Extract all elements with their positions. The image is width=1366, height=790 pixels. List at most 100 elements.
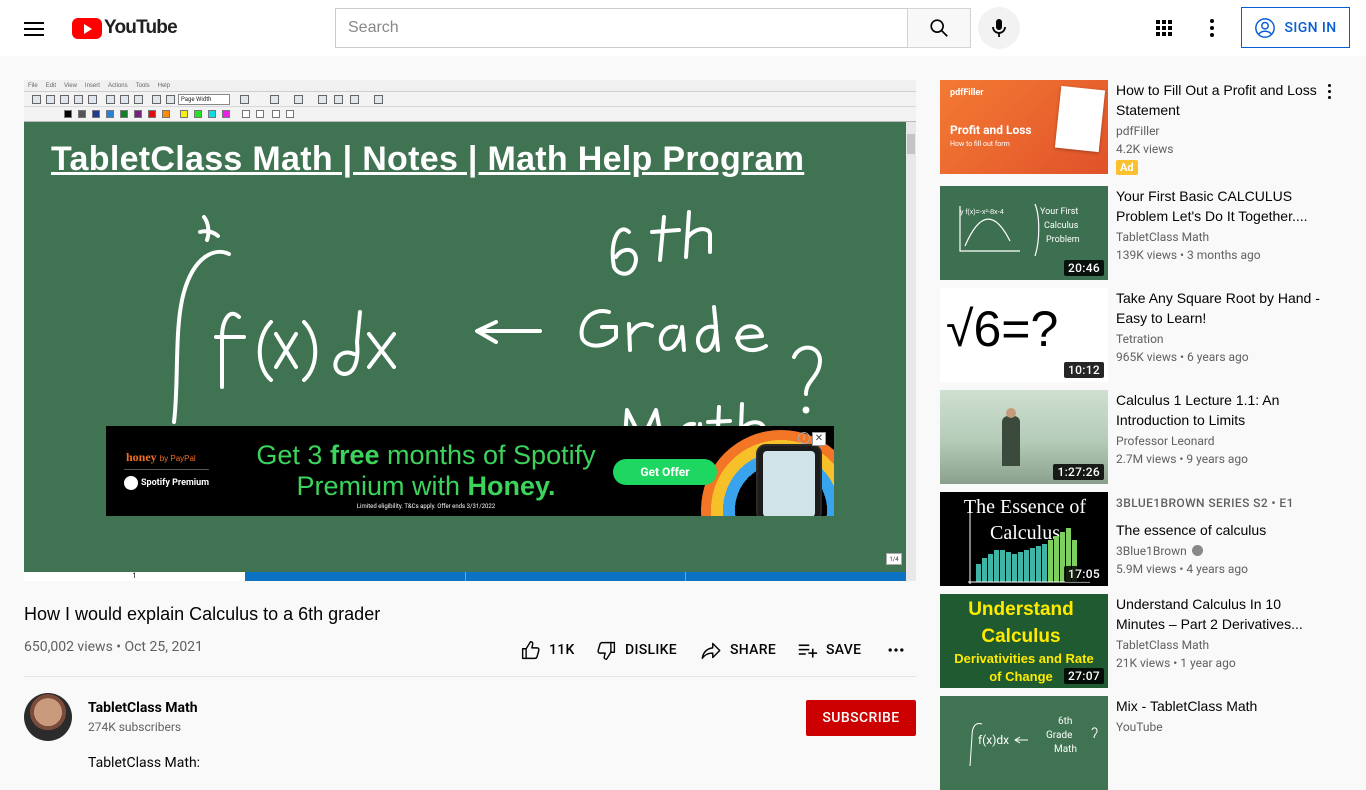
recommendation-item[interactable]: pdfFiller Profit and Loss How to fill ou… bbox=[940, 80, 1350, 175]
subscribe-button[interactable]: SUBSCRIBE bbox=[806, 700, 916, 736]
zoom-select: Page Width bbox=[178, 94, 230, 105]
apps-icon[interactable] bbox=[1152, 16, 1176, 40]
more-horizontal-icon bbox=[888, 648, 904, 652]
svg-text:y f(x)=-x²-8x-4: y f(x)=-x²-8x-4 bbox=[960, 209, 1004, 216]
ad-cta-button[interactable]: Get Offer bbox=[613, 459, 717, 485]
save-label: SAVE bbox=[826, 642, 862, 658]
duration-badge: 17:05 bbox=[1064, 566, 1104, 582]
rec-title[interactable]: Calculus 1 Lecture 1.1: An Introduction … bbox=[1116, 390, 1326, 430]
rec-title[interactable]: Understand Calculus In 10 Minutes – Part… bbox=[1116, 594, 1326, 634]
rec-title[interactable]: Your First Basic CALCULUS Problem Let's … bbox=[1116, 186, 1326, 226]
video-title: How I would explain Calculus to a 6th gr… bbox=[24, 604, 381, 624]
share-icon bbox=[701, 642, 721, 659]
scrollbar-thumb[interactable] bbox=[907, 134, 915, 154]
app-toolbar: Page Width bbox=[24, 91, 916, 107]
recommendation-item[interactable]: 1:27:26 Calculus 1 Lecture 1.1: An Intro… bbox=[940, 390, 1350, 484]
video-thumbnail[interactable]: pdfFiller Profit and Loss How to fill ou… bbox=[940, 80, 1108, 174]
more-actions-button[interactable] bbox=[886, 636, 914, 664]
app-menu-item: Edit bbox=[45, 82, 57, 89]
app-menu-item: File bbox=[28, 82, 38, 89]
page-tab-1[interactable]: 1 bbox=[24, 572, 245, 581]
search-icon bbox=[930, 19, 948, 37]
thumb-brand: pdfFiller bbox=[950, 88, 984, 98]
verified-icon bbox=[1191, 545, 1203, 556]
save-button[interactable]: SAVE bbox=[797, 636, 861, 664]
rec-title[interactable]: Take Any Square Root by Hand - Easy to L… bbox=[1116, 288, 1326, 328]
menu-icon[interactable] bbox=[24, 18, 46, 38]
dislike-label: DISLIKE bbox=[625, 642, 677, 658]
board-scrollbar[interactable] bbox=[906, 122, 916, 581]
ad-close-icon[interactable]: ✕ bbox=[812, 432, 826, 446]
recommendation-item[interactable]: The Essence of Calculus 17:05 3BLUE1BROW… bbox=[940, 492, 1350, 586]
account-icon bbox=[1255, 17, 1276, 38]
ad-headline-part: months of Spotify bbox=[379, 440, 596, 470]
app-menu-item: View bbox=[64, 82, 77, 89]
youtube-logo[interactable]: YouTube bbox=[72, 17, 178, 39]
recommendation-item[interactable]: y f(x)=-x²-8x-4 Your First Calculus Problem… bbox=[940, 186, 1350, 280]
duration-badge: 10:12 bbox=[1064, 362, 1104, 378]
video-thumbnail[interactable]: √6=? 10:12 bbox=[940, 288, 1108, 382]
thumb-line: Calculus bbox=[981, 626, 1061, 647]
share-button[interactable]: SHARE bbox=[700, 636, 776, 664]
recommendation-item[interactable]: f(x)dx 6th Grade Math Mix - TabletClass Mat… bbox=[940, 696, 1350, 790]
like-button[interactable]: 11K bbox=[520, 636, 575, 664]
ad-partner-text: Spotify Premium bbox=[141, 478, 209, 488]
rec-views: 965K views • 6 years ago bbox=[1116, 350, 1249, 364]
subscriber-count: 274K subscribers bbox=[88, 720, 182, 734]
ad-brand-sub: by PayPal bbox=[159, 454, 196, 463]
rec-channel[interactable]: TabletClass Math bbox=[1116, 230, 1209, 244]
duration-badge: 20:46 bbox=[1064, 260, 1104, 276]
video-player[interactable]: File Edit View Insert Actions Tools Help… bbox=[24, 80, 916, 581]
dislike-button[interactable]: DISLIKE bbox=[596, 636, 677, 664]
microphone-icon bbox=[992, 19, 1006, 37]
rec-title[interactable]: The essence of calculus bbox=[1116, 520, 1326, 540]
video-meta: 650,002 views • Oct 25, 2021 bbox=[24, 639, 203, 655]
more-vertical-icon[interactable] bbox=[1324, 84, 1334, 100]
rec-channel[interactable]: Tetration bbox=[1116, 332, 1164, 346]
series-label: 3BLUE1BROWN SERIES S2 • E1 bbox=[1116, 496, 1294, 510]
search-box[interactable] bbox=[335, 8, 908, 48]
page-indicator: 1/4 bbox=[886, 553, 902, 565]
spotify-logo-icon bbox=[124, 476, 138, 490]
description: TabletClass Math: bbox=[88, 755, 201, 771]
rec-views: 139K views • 3 months ago bbox=[1116, 248, 1261, 262]
svg-text:Grade: Grade bbox=[1046, 730, 1072, 741]
rec-channel[interactable]: Professor Leonard bbox=[1116, 434, 1215, 448]
overlay-ad[interactable]: honey by PayPal Spotify Premium Get 3 fr… bbox=[106, 426, 834, 516]
masthead: YouTube SIGN IN bbox=[0, 0, 1366, 56]
form-graphic bbox=[1054, 85, 1106, 153]
ad-headline-part: Premium with bbox=[296, 471, 468, 501]
rec-channel-name: 3Blue1Brown bbox=[1116, 544, 1187, 558]
lecturer-figure bbox=[1002, 416, 1020, 466]
logo-text: YouTube bbox=[104, 17, 178, 38]
rec-views: 5.9M views • 4 years ago bbox=[1116, 562, 1248, 576]
recommendation-item[interactable]: Understand Calculus Derivativities and R… bbox=[940, 594, 1350, 688]
settings-more-icon[interactable] bbox=[1200, 16, 1224, 40]
video-thumbnail[interactable]: y f(x)=-x²-8x-4 Your First Calculus Problem… bbox=[940, 186, 1108, 280]
video-thumbnail[interactable]: f(x)dx 6th Grade Math bbox=[940, 696, 1108, 790]
svg-text:f(x)dx: f(x)dx bbox=[978, 733, 1009, 747]
rec-title[interactable]: How to Fill Out a Profit and Loss Statem… bbox=[1116, 80, 1326, 120]
search-button[interactable] bbox=[907, 8, 971, 48]
ad-info-icon[interactable]: i bbox=[798, 432, 810, 444]
search-input[interactable] bbox=[336, 9, 907, 47]
video-thumbnail[interactable]: The Essence of Calculus 17:05 bbox=[940, 492, 1108, 586]
video-thumbnail[interactable]: 1:27:26 bbox=[940, 390, 1108, 484]
ad-brand-text: honey bbox=[126, 450, 157, 464]
svg-text:6th: 6th bbox=[1058, 716, 1072, 727]
rec-channel[interactable]: 3Blue1Brown bbox=[1116, 544, 1203, 558]
thumb-text: √6=? bbox=[946, 301, 1059, 357]
rec-channel[interactable]: YouTube bbox=[1116, 720, 1163, 734]
ad-badge: Ad bbox=[1116, 160, 1138, 175]
channel-avatar[interactable] bbox=[24, 693, 72, 741]
share-label: SHARE bbox=[730, 642, 777, 658]
recommendation-item[interactable]: √6=? 10:12 Take Any Square Root by Hand … bbox=[940, 288, 1350, 382]
page-tabs: 1 bbox=[24, 572, 906, 581]
voice-search-button[interactable] bbox=[978, 7, 1020, 49]
rec-channel[interactable]: pdfFiller bbox=[1116, 124, 1160, 138]
sign-in-button[interactable]: SIGN IN bbox=[1241, 7, 1350, 48]
rec-title[interactable]: Mix - TabletClass Math bbox=[1116, 696, 1326, 716]
channel-name[interactable]: TabletClass Math bbox=[88, 700, 198, 716]
video-thumbnail[interactable]: Understand Calculus Derivativities and R… bbox=[940, 594, 1108, 688]
rec-channel[interactable]: TabletClass Math bbox=[1116, 638, 1209, 652]
